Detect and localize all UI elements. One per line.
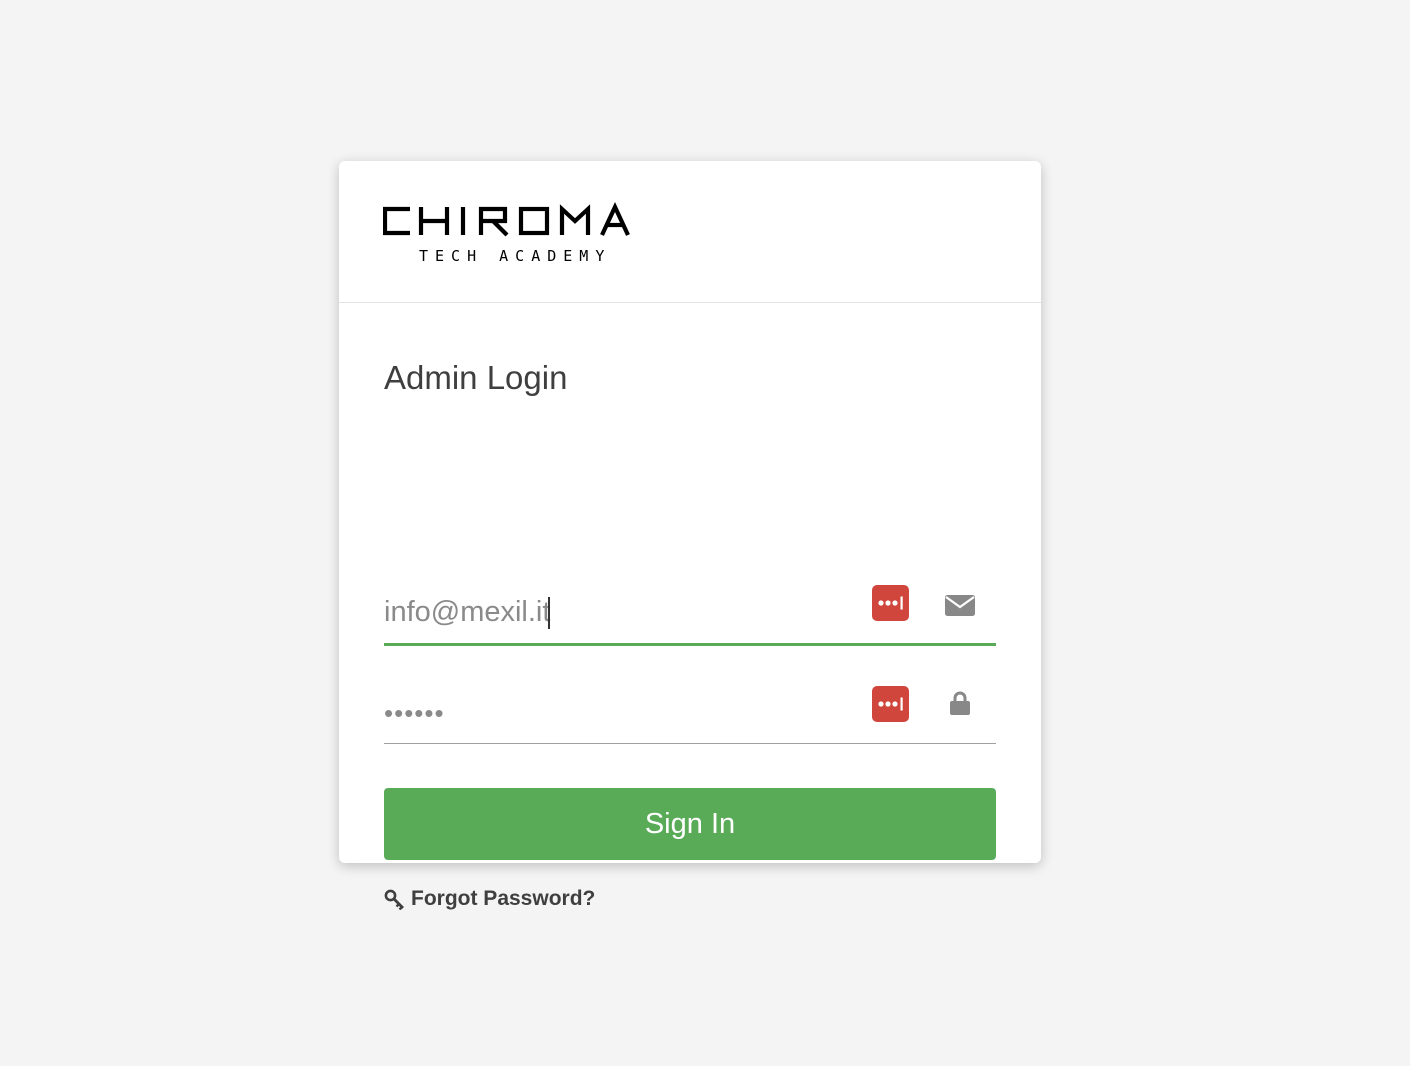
card-header: TECH ACADEMY [339, 161, 1041, 303]
forgot-password-label: Forgot Password? [411, 887, 596, 910]
logo-tagline: TECH ACADEMY [419, 247, 611, 263]
forgot-password-link[interactable]: Forgot Password? [384, 887, 595, 911]
sign-in-button[interactable]: Sign In [384, 788, 996, 860]
password-manager-icon[interactable] [872, 585, 909, 621]
page-title: Admin Login [384, 359, 568, 396]
chroma-logo: TECH ACADEMY [382, 199, 647, 268]
password-field[interactable] [384, 683, 854, 743]
email-field-row [384, 583, 996, 646]
email-field[interactable] [384, 583, 854, 641]
login-card: TECH ACADEMY Admin Login info@mexil.it S… [339, 161, 1041, 910]
password-field-row [384, 683, 996, 744]
key-icon [384, 889, 405, 910]
envelope-icon [944, 589, 976, 621]
text-caret [548, 597, 550, 629]
lock-icon [944, 687, 976, 719]
password-manager-icon[interactable] [872, 686, 909, 722]
